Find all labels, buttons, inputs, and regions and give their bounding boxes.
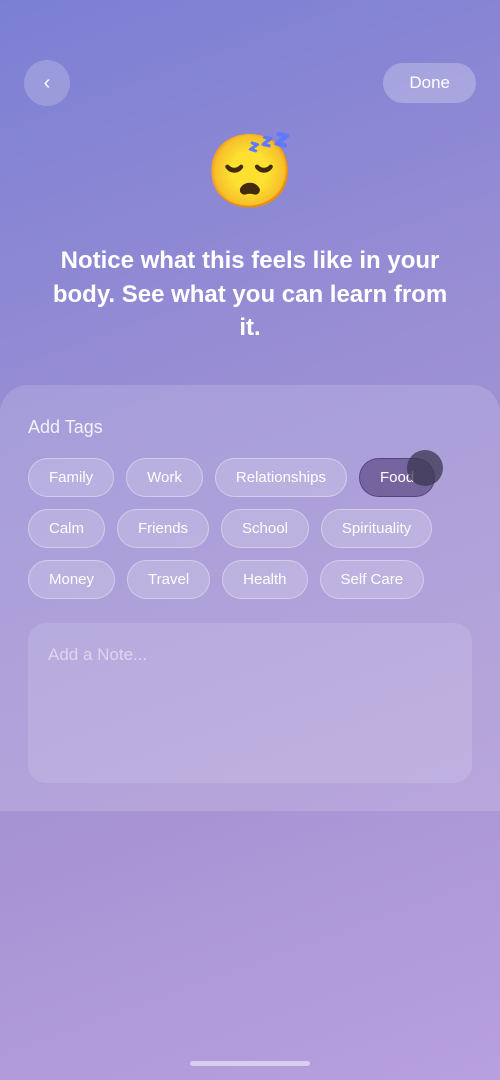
tag-spirituality[interactable]: Spirituality [321, 509, 432, 548]
header: ‹ Done [0, 0, 500, 126]
tag-school[interactable]: School [221, 509, 309, 548]
tag-relationships[interactable]: Relationships [215, 458, 347, 497]
done-button[interactable]: Done [383, 63, 476, 103]
tag-family[interactable]: Family [28, 458, 114, 497]
note-placeholder: Add a Note... [48, 645, 147, 664]
note-section[interactable]: Add a Note... [28, 623, 472, 783]
tag-food-wrapper: Food [359, 458, 435, 497]
home-indicator [190, 1061, 310, 1066]
tag-health[interactable]: Health [222, 560, 307, 599]
tag-friends[interactable]: Friends [117, 509, 209, 548]
add-tags-label: Add Tags [28, 417, 472, 438]
tag-work[interactable]: Work [126, 458, 203, 497]
main-text: Notice what this feels like in your body… [0, 228, 500, 385]
tag-money[interactable]: Money [28, 560, 115, 599]
emoji-section: 😴 [0, 126, 500, 228]
tag-self-care[interactable]: Self Care [320, 560, 425, 599]
card-section: Add Tags Family Work Relationships Food … [0, 385, 500, 811]
emoji-icon: 😴 [205, 132, 295, 212]
tag-calm[interactable]: Calm [28, 509, 105, 548]
food-selected-indicator [407, 450, 443, 486]
tags-container: Family Work Relationships Food Calm Frie… [28, 458, 472, 599]
back-button[interactable]: ‹ [24, 60, 70, 106]
tag-travel[interactable]: Travel [127, 560, 210, 599]
